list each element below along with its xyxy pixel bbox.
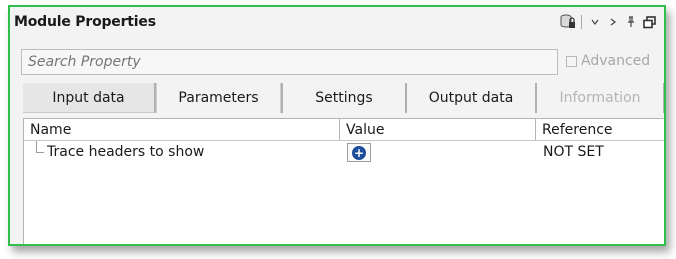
column-header-reference[interactable]: Reference	[535, 119, 664, 140]
toolbar-separator	[581, 15, 582, 29]
property-name: Trace headers to show	[47, 144, 205, 160]
table-row[interactable]: Trace headers to show + NOT SET	[24, 141, 664, 163]
tab-settings[interactable]: Settings	[281, 83, 405, 113]
module-properties-panel: Module Properties Search Property Advanc…	[8, 5, 666, 246]
tab-label: Information	[559, 90, 641, 106]
tab-label: Settings	[315, 90, 373, 106]
chevron-down-icon[interactable]	[586, 12, 604, 32]
panel-title: Module Properties	[14, 14, 156, 30]
tab-input-data[interactable]: Input data	[23, 83, 156, 113]
search-input[interactable]	[28, 54, 551, 70]
db-lock-icon[interactable]	[559, 12, 577, 32]
tab-information: Information	[535, 83, 664, 113]
tab-strip: Input data Parameters Settings Output da…	[23, 83, 664, 113]
pin-icon[interactable]	[622, 12, 640, 32]
chevron-right-icon[interactable]	[604, 12, 622, 32]
property-grid: Name Value Reference Trace headers to sh…	[23, 118, 664, 244]
restore-window-icon[interactable]	[640, 12, 658, 32]
add-value-button[interactable]: +	[347, 143, 371, 162]
title-bar: Module Properties	[10, 7, 664, 37]
property-reference: NOT SET	[543, 144, 604, 160]
plus-circle-icon: +	[352, 145, 366, 160]
tab-label: Input data	[52, 89, 125, 106]
title-bar-controls	[559, 12, 658, 32]
grid-header: Name Value Reference	[24, 119, 664, 141]
tab-parameters[interactable]: Parameters	[156, 83, 281, 113]
advanced-checkbox[interactable]: Advanced	[566, 53, 650, 69]
tab-output-data[interactable]: Output data	[405, 83, 535, 113]
search-property-field[interactable]	[21, 49, 558, 75]
advanced-checkbox-box[interactable]	[566, 55, 577, 67]
tab-label: Output data	[428, 90, 514, 106]
column-header-value[interactable]: Value	[339, 119, 535, 140]
column-header-name[interactable]: Name	[24, 119, 339, 140]
advanced-label: Advanced	[581, 53, 651, 69]
tab-label: Parameters	[178, 90, 259, 106]
